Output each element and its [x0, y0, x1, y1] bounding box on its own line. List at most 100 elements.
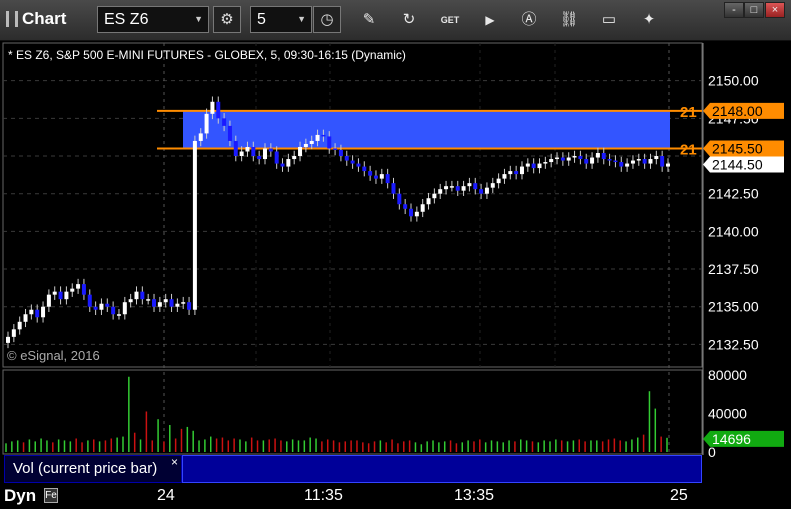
- candle-body: [590, 157, 595, 164]
- candle-body: [245, 146, 250, 152]
- volume-study-tab[interactable]: Vol (current price bar): [4, 455, 182, 483]
- candle-body: [379, 174, 384, 179]
- mode-icon[interactable]: Fe: [44, 488, 58, 503]
- candle-body: [479, 189, 484, 194]
- candle-body: [122, 302, 127, 315]
- candle-body: [111, 306, 116, 315]
- candle-body: [473, 183, 478, 190]
- candle-body: [338, 149, 343, 157]
- candle-body: [420, 204, 425, 212]
- candle-body: [268, 148, 273, 152]
- candle-body: [93, 306, 98, 310]
- candle-body: [52, 291, 57, 295]
- candle-body: [181, 302, 186, 304]
- candle-body: [23, 314, 28, 322]
- candle-body: [502, 174, 507, 179]
- candle-body: [560, 157, 565, 161]
- candle-body: [70, 288, 75, 292]
- candle-body: [555, 157, 560, 160]
- candle-body: [531, 163, 536, 169]
- candle-body: [81, 284, 86, 295]
- candle-body: [619, 162, 624, 167]
- zone-upper-marker: 21: [680, 104, 697, 121]
- candle-body: [11, 329, 16, 337]
- candle-body: [35, 309, 40, 318]
- price-volume-chart[interactable]: 2121 2150.002147.502145.002142.502140.00…: [0, 0, 791, 509]
- candle-body: [274, 151, 279, 164]
- candle-body: [99, 303, 104, 310]
- candle-body: [572, 156, 577, 158]
- candle-body: [41, 306, 46, 318]
- candle-body: [257, 156, 262, 160]
- candle-body: [467, 183, 472, 187]
- candle-body: [648, 159, 653, 164]
- candle-body: [58, 291, 63, 300]
- y-tick-label: 2142.50: [708, 186, 759, 202]
- candle-body: [385, 174, 390, 184]
- close-icon[interactable]: ×: [171, 455, 178, 469]
- dynamic-mode-label[interactable]: Dyn: [4, 486, 36, 506]
- candle-body: [625, 163, 630, 167]
- x-tick-label: 13:35: [454, 487, 495, 504]
- candle-body: [409, 208, 414, 217]
- candle-body: [496, 178, 501, 184]
- candle-body: [484, 187, 489, 194]
- candle-body: [490, 183, 495, 188]
- zone-upper-tag: 2148.00: [712, 103, 763, 119]
- candle-body: [595, 153, 600, 158]
- candle-body: [630, 160, 635, 164]
- candle-body: [216, 101, 221, 119]
- zone-lower-tag: 2145.50: [712, 140, 763, 156]
- candle-body: [414, 211, 419, 217]
- candle-body: [239, 151, 244, 157]
- candle-body: [280, 163, 285, 167]
- candle-body: [169, 299, 174, 307]
- candle-body: [549, 159, 554, 163]
- candle-body: [286, 159, 291, 167]
- candle-body: [198, 133, 203, 141]
- candle-body: [666, 163, 670, 167]
- candle-body: [204, 113, 209, 134]
- watermark: © eSignal, 2016: [7, 348, 100, 363]
- candle-body: [292, 156, 297, 160]
- candle-body: [403, 204, 408, 209]
- candle-body: [449, 186, 454, 188]
- volume-study-label: Vol (current price bar): [13, 460, 158, 477]
- candle-body: [333, 148, 338, 150]
- candle-body: [152, 299, 157, 307]
- candle-body: [584, 159, 589, 164]
- candle-body: [519, 166, 524, 175]
- volume-tick-label: 40000: [708, 405, 747, 421]
- chart-title: * ES Z6, S&P 500 E-MINI FUTURES - GLOBEX…: [8, 48, 406, 62]
- candle-body: [438, 189, 443, 194]
- candle-body: [327, 136, 332, 149]
- candle-body: [192, 140, 197, 310]
- zone-lower-marker: 21: [680, 141, 697, 158]
- candle-body: [227, 125, 232, 141]
- candle-body: [356, 163, 361, 167]
- candle-body: [321, 134, 326, 137]
- candle-body: [654, 156, 659, 160]
- volume-tick-label: 80000: [708, 367, 747, 383]
- candle-body: [6, 336, 10, 343]
- candle-body: [537, 163, 542, 169]
- y-tick-label: 2150.00: [708, 73, 759, 89]
- candle-body: [309, 140, 314, 144]
- candle-body: [251, 146, 256, 157]
- candle-body: [233, 140, 238, 157]
- candle-body: [210, 101, 215, 114]
- candle-body: [525, 163, 530, 167]
- price-panel[interactable]: [2, 42, 703, 368]
- candle-body: [350, 160, 355, 164]
- candle-body: [432, 193, 437, 199]
- candle-body: [426, 198, 431, 205]
- candle-body: [187, 302, 192, 310]
- candle-body: [578, 156, 583, 160]
- candle-body: [601, 153, 606, 160]
- candle-body: [163, 299, 168, 303]
- candle-body: [146, 299, 151, 301]
- candle-body: [373, 175, 378, 179]
- candle-body: [46, 294, 51, 307]
- candle-body: [362, 166, 367, 172]
- candle-body: [315, 134, 320, 141]
